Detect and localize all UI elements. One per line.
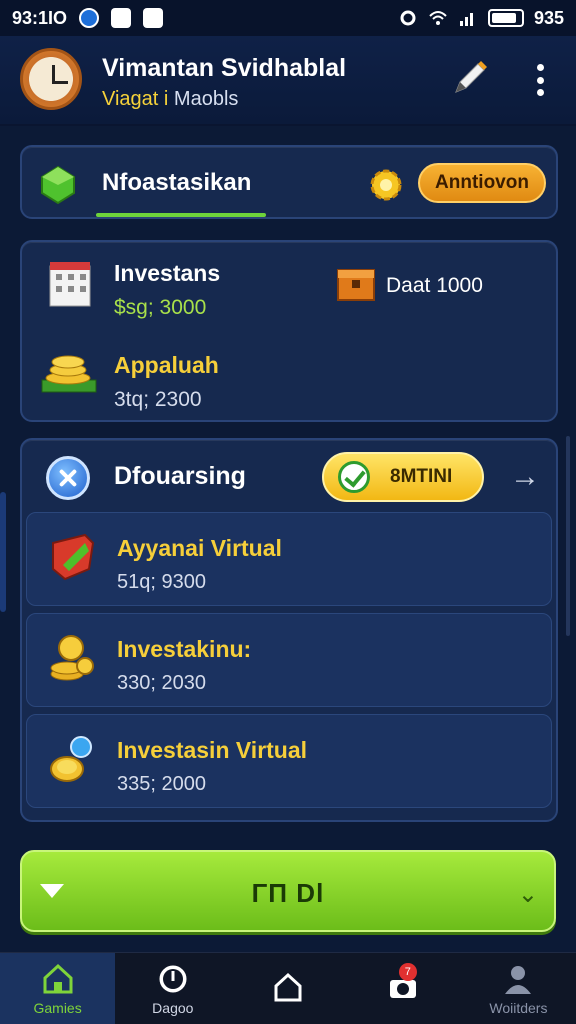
primary-action-label: ΓΠ Dl: [251, 878, 325, 908]
settings-status-icon: [400, 10, 416, 26]
shield-icon: [52, 533, 95, 581]
yellow-pill-label: 8MTINI: [390, 466, 453, 487]
edit-pencil-icon[interactable]: [450, 58, 490, 98]
nav-item-workers[interactable]: Woiitders: [461, 953, 576, 1024]
green-gem-icon: [41, 165, 75, 205]
gold-coins-icon: [50, 635, 94, 681]
nav-label-dagoo: Dagoo: [152, 999, 194, 1016]
signal-icon: [459, 13, 473, 26]
clock-avatar-icon[interactable]: [20, 48, 82, 110]
primary-action-button[interactable]: ΓΠ Dl ⌄: [20, 850, 556, 932]
subtitle-rest: Maobls: [173, 88, 239, 110]
list-title: Dfouarsing: [114, 462, 246, 490]
building-icon: [49, 262, 91, 307]
treasure-box-icon: [337, 269, 375, 301]
nav-item-home[interactable]: [230, 953, 345, 1024]
summary-item1-value: $sg; 3000: [114, 296, 207, 319]
coin-stack-icon: [41, 355, 97, 393]
list-item-value: 51q; 9300: [117, 571, 206, 593]
investment-list-card: Dfouarsing 8MTINI → Ayyanai Virtual 51q;…: [20, 438, 558, 822]
bottom-navigation: Gamies Dagoo 7 Woiitders: [0, 952, 576, 1024]
notification-badge: 7: [398, 963, 417, 981]
gear-icon[interactable]: [366, 165, 406, 205]
summary-item2-label: Daat 1000: [386, 274, 483, 297]
list-item[interactable]: Ayyanai Virtual 51q; 9300: [26, 512, 552, 606]
page-subtitle: Viagat i Maobls: [102, 88, 238, 111]
status-time: 93:1ΙΟ: [12, 7, 68, 28]
nav-label-games: Gamies: [33, 999, 82, 1016]
close-circle-icon[interactable]: [46, 456, 90, 500]
coin-bubble-icon: [50, 736, 92, 782]
summary-item1-title: Investans: [114, 260, 221, 286]
nav-item-camera[interactable]: 7: [346, 953, 461, 1024]
list-item-title: Investasin Virtual: [117, 737, 308, 763]
category-tab-card: Nfoastasikan Anntiovon: [20, 145, 558, 219]
yellow-confirm-pill-button[interactable]: 8MTINI: [322, 452, 484, 502]
nav-item-games[interactable]: Gamies: [0, 953, 116, 1024]
tab-active-label[interactable]: Nfoastasikan: [102, 169, 251, 197]
summary-item3-title: Appaluah: [114, 352, 219, 378]
wifi-icon: [429, 11, 447, 25]
arrow-right-icon[interactable]: →: [510, 462, 540, 492]
summary-card: Investans $sg; 3000 Daat 1000 Appaluah 3…: [20, 240, 558, 422]
app-notification-icon: [79, 8, 100, 28]
summary-item3-value: 3tq; 2300: [114, 388, 202, 411]
subtitle-accent: Viagat i: [102, 88, 169, 110]
check-icon: [338, 461, 370, 493]
list-item-title: Ayyanai Virtual: [117, 535, 282, 561]
status-bar: 93:1ΙΟ 935: [0, 0, 576, 36]
list-item-value: 330; 2030: [117, 672, 206, 694]
battery-icon: [487, 9, 524, 27]
home-icon: [43, 963, 73, 993]
orange-action-pill-button[interactable]: Anntiovon: [418, 163, 546, 203]
chevron-down-icon: ⌄: [517, 881, 538, 908]
app-header: Vimantan Svidhablal Viagat i Maobls: [0, 36, 576, 126]
more-menu-icon[interactable]: [528, 60, 552, 100]
side-edge-indicator: [0, 492, 6, 612]
nav-item-dagoo[interactable]: Dagoo: [115, 953, 230, 1024]
message-icon: [111, 8, 132, 28]
nav-label-workers: Woiitders: [489, 999, 548, 1016]
list-item[interactable]: Investakinu: 330; 2030: [26, 613, 552, 707]
house-icon: [274, 972, 302, 1001]
list-item[interactable]: Investasin Virtual 335; 2000: [26, 714, 552, 808]
list-item-title: Investakinu:: [117, 636, 252, 662]
scrollbar[interactable]: [566, 436, 570, 636]
tab-active-underline: [96, 213, 266, 217]
page-title: Vimantan Svidhablal: [102, 54, 347, 82]
user-icon: [505, 965, 532, 994]
timer-icon: [159, 965, 187, 992]
list-item-value: 335; 2000: [117, 773, 206, 795]
game-notification-icon: [143, 8, 164, 28]
status-right-text: 935: [533, 7, 564, 28]
